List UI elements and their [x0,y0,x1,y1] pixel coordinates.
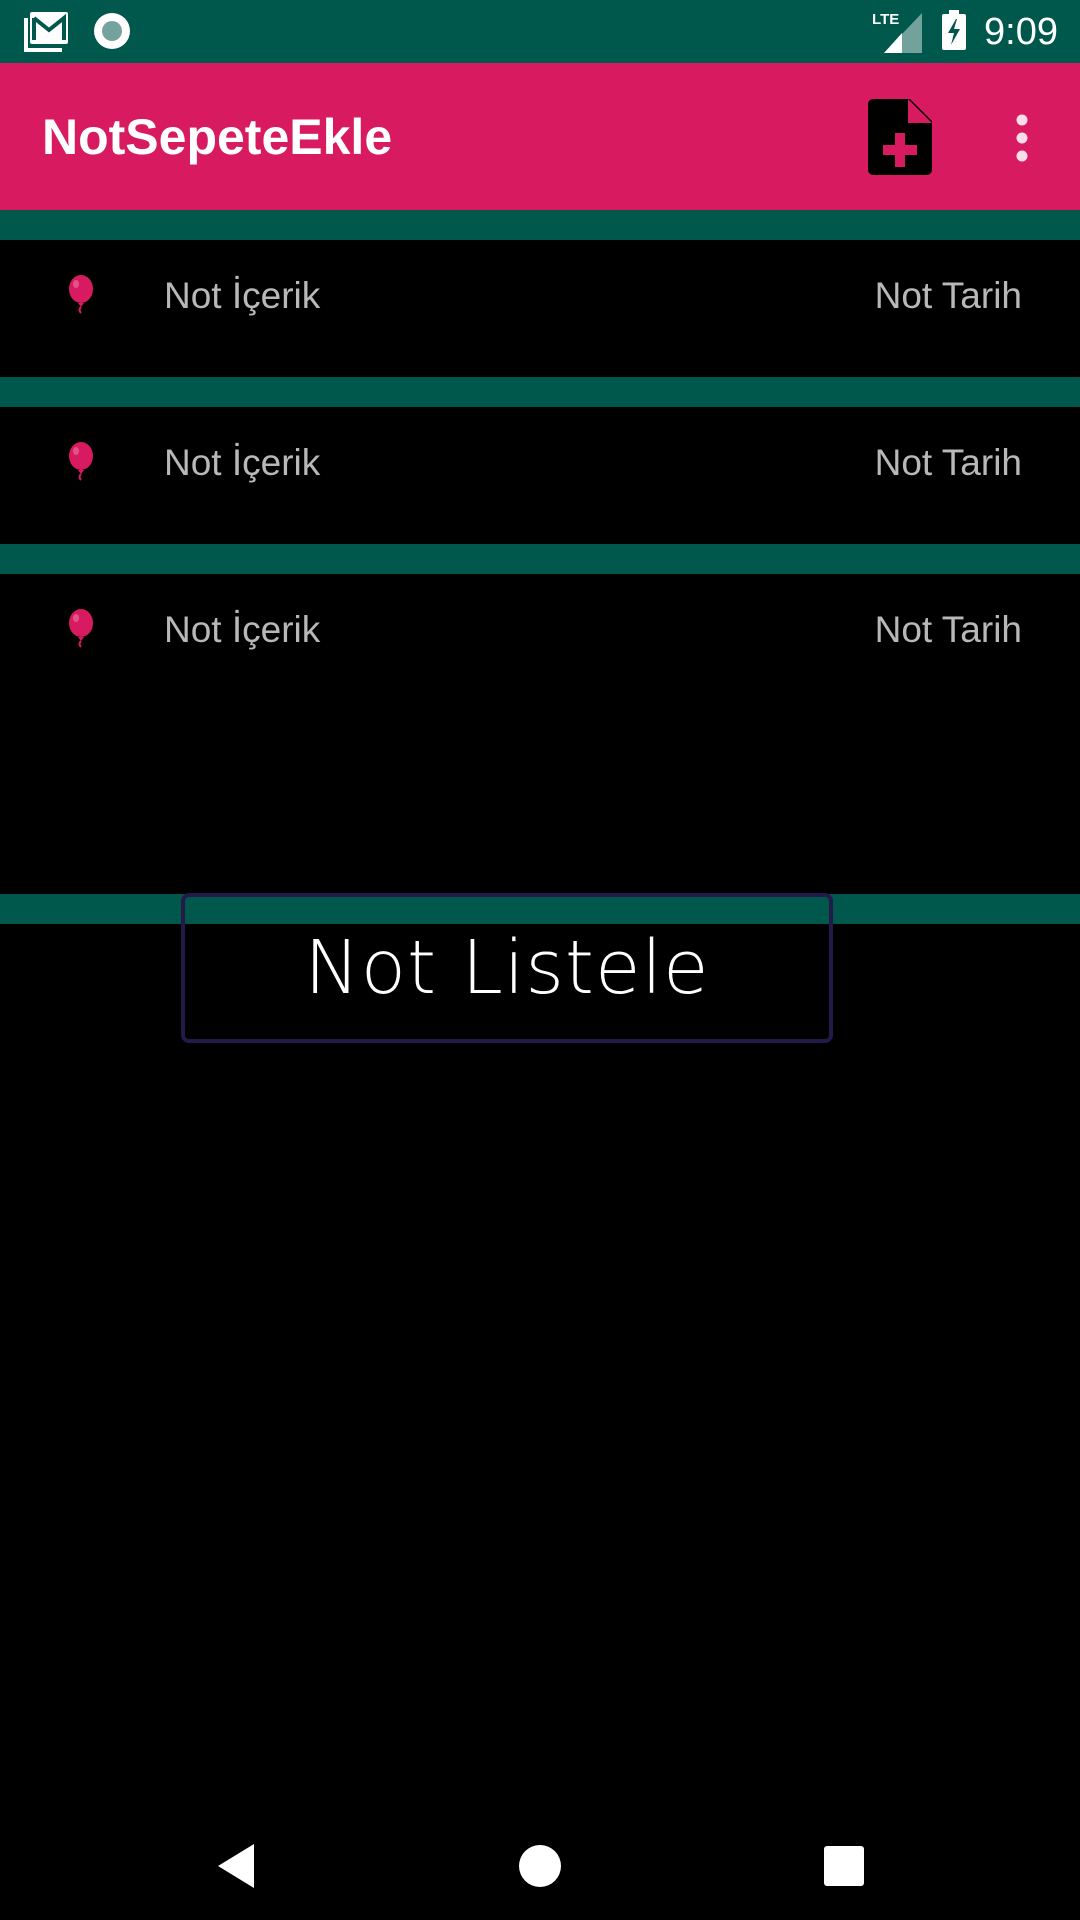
recents-icon [824,1846,864,1886]
home-button[interactable] [510,1836,570,1896]
balloon-icon [66,274,96,314]
more-options-button[interactable] [1002,113,1042,163]
note-row[interactable]: Not İçerik Not Tarih [0,240,1080,377]
nav-bar [0,1806,1080,1920]
notification-circle-icon [92,11,132,56]
signal-icon: LTE [872,9,924,55]
note-list: Not İçerik Not Tarih Not İçerik Not Tari… [0,210,1080,924]
balloon-icon [66,608,96,648]
screen: LTE 9:09 NotSepeteEkle Not İçerik Not Ta… [0,0,1080,1920]
gmail-icon [24,10,70,57]
note-date: Not Tarih [874,275,1022,316]
app-bar: NotSepeteEkle [0,63,1080,210]
balloon-icon [66,441,96,481]
back-icon [218,1844,254,1888]
row-divider [0,377,1080,407]
row-divider [0,544,1080,574]
status-bar-left [24,10,132,57]
add-note-button[interactable] [868,99,932,175]
row-divider [0,210,1080,240]
list-notes-button[interactable]: Not Listele [181,893,833,1043]
app-title: NotSepeteEkle [42,109,393,165]
battery-charging-icon [940,9,968,55]
note-date: Not Tarih [874,609,1022,650]
more-vert-icon [1016,114,1028,162]
status-bar-right: LTE 9:09 [872,6,1058,58]
note-date: Not Tarih [874,442,1022,483]
note-content: Not İçerik [164,275,321,316]
add-note-icon [868,99,932,175]
note-row[interactable]: Not İçerik Not Tarih [0,574,1080,894]
back-button[interactable] [206,1836,266,1896]
note-content: Not İçerik [164,609,321,650]
status-bar: LTE 9:09 [0,0,1080,63]
note-row[interactable]: Not İçerik Not Tarih [0,407,1080,544]
home-icon [519,1845,561,1887]
recents-button[interactable] [814,1836,874,1896]
status-time: 9:09 [984,10,1058,53]
note-content: Not İçerik [164,442,321,483]
